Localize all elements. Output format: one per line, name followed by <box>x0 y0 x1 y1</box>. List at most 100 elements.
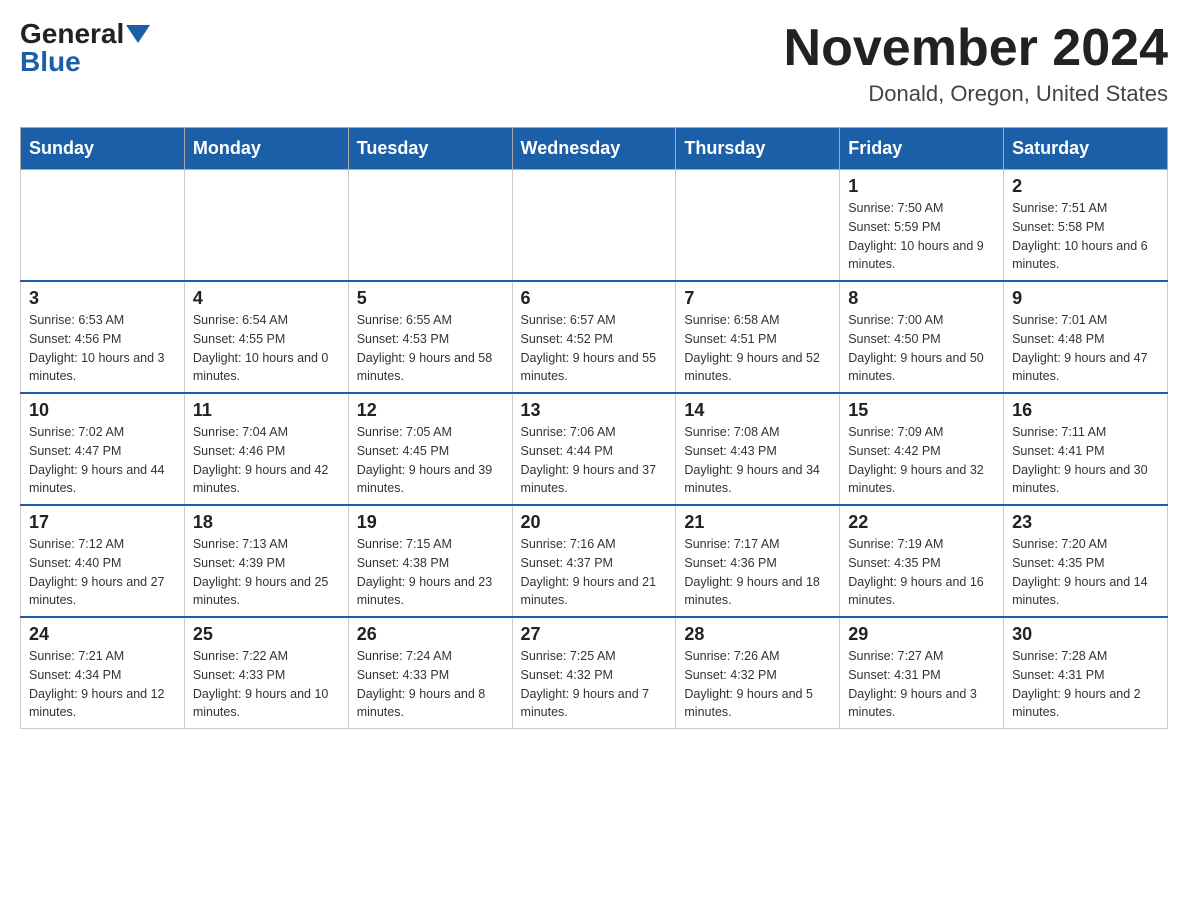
table-row: 23Sunrise: 7:20 AMSunset: 4:35 PMDayligh… <box>1004 505 1168 617</box>
calendar-week-row: 1Sunrise: 7:50 AMSunset: 5:59 PMDaylight… <box>21 170 1168 282</box>
day-number: 26 <box>357 624 504 645</box>
day-number: 20 <box>521 512 668 533</box>
table-row: 7Sunrise: 6:58 AMSunset: 4:51 PMDaylight… <box>676 281 840 393</box>
table-row: 6Sunrise: 6:57 AMSunset: 4:52 PMDaylight… <box>512 281 676 393</box>
table-row: 1Sunrise: 7:50 AMSunset: 5:59 PMDaylight… <box>840 170 1004 282</box>
table-row: 5Sunrise: 6:55 AMSunset: 4:53 PMDaylight… <box>348 281 512 393</box>
table-row: 13Sunrise: 7:06 AMSunset: 4:44 PMDayligh… <box>512 393 676 505</box>
calendar-week-row: 3Sunrise: 6:53 AMSunset: 4:56 PMDaylight… <box>21 281 1168 393</box>
table-row <box>21 170 185 282</box>
day-number: 11 <box>193 400 340 421</box>
day-info: Sunrise: 7:12 AMSunset: 4:40 PMDaylight:… <box>29 535 176 610</box>
day-info: Sunrise: 6:58 AMSunset: 4:51 PMDaylight:… <box>684 311 831 386</box>
header-thursday: Thursday <box>676 128 840 170</box>
day-info: Sunrise: 7:13 AMSunset: 4:39 PMDaylight:… <box>193 535 340 610</box>
day-number: 3 <box>29 288 176 309</box>
day-info: Sunrise: 6:55 AMSunset: 4:53 PMDaylight:… <box>357 311 504 386</box>
logo-blue-text: Blue <box>20 46 81 77</box>
day-info: Sunrise: 7:21 AMSunset: 4:34 PMDaylight:… <box>29 647 176 722</box>
day-info: Sunrise: 7:08 AMSunset: 4:43 PMDaylight:… <box>684 423 831 498</box>
day-number: 25 <box>193 624 340 645</box>
header-saturday: Saturday <box>1004 128 1168 170</box>
table-row: 3Sunrise: 6:53 AMSunset: 4:56 PMDaylight… <box>21 281 185 393</box>
table-row: 10Sunrise: 7:02 AMSunset: 4:47 PMDayligh… <box>21 393 185 505</box>
table-row: 28Sunrise: 7:26 AMSunset: 4:32 PMDayligh… <box>676 617 840 729</box>
table-row <box>348 170 512 282</box>
logo-general-text: General <box>20 20 124 48</box>
table-row: 21Sunrise: 7:17 AMSunset: 4:36 PMDayligh… <box>676 505 840 617</box>
day-number: 15 <box>848 400 995 421</box>
day-info: Sunrise: 7:20 AMSunset: 4:35 PMDaylight:… <box>1012 535 1159 610</box>
month-title: November 2024 <box>784 20 1168 77</box>
table-row: 15Sunrise: 7:09 AMSunset: 4:42 PMDayligh… <box>840 393 1004 505</box>
day-info: Sunrise: 7:27 AMSunset: 4:31 PMDaylight:… <box>848 647 995 722</box>
day-number: 13 <box>521 400 668 421</box>
day-info: Sunrise: 7:50 AMSunset: 5:59 PMDaylight:… <box>848 199 995 274</box>
table-row: 19Sunrise: 7:15 AMSunset: 4:38 PMDayligh… <box>348 505 512 617</box>
day-info: Sunrise: 7:26 AMSunset: 4:32 PMDaylight:… <box>684 647 831 722</box>
day-info: Sunrise: 7:22 AMSunset: 4:33 PMDaylight:… <box>193 647 340 722</box>
header-tuesday: Tuesday <box>348 128 512 170</box>
table-row: 25Sunrise: 7:22 AMSunset: 4:33 PMDayligh… <box>184 617 348 729</box>
day-info: Sunrise: 7:02 AMSunset: 4:47 PMDaylight:… <box>29 423 176 498</box>
day-number: 24 <box>29 624 176 645</box>
day-number: 30 <box>1012 624 1159 645</box>
table-row: 16Sunrise: 7:11 AMSunset: 4:41 PMDayligh… <box>1004 393 1168 505</box>
day-number: 9 <box>1012 288 1159 309</box>
table-row: 11Sunrise: 7:04 AMSunset: 4:46 PMDayligh… <box>184 393 348 505</box>
day-number: 29 <box>848 624 995 645</box>
header-friday: Friday <box>840 128 1004 170</box>
header-monday: Monday <box>184 128 348 170</box>
table-row <box>184 170 348 282</box>
day-info: Sunrise: 7:16 AMSunset: 4:37 PMDaylight:… <box>521 535 668 610</box>
day-info: Sunrise: 7:17 AMSunset: 4:36 PMDaylight:… <box>684 535 831 610</box>
day-info: Sunrise: 7:00 AMSunset: 4:50 PMDaylight:… <box>848 311 995 386</box>
table-row: 17Sunrise: 7:12 AMSunset: 4:40 PMDayligh… <box>21 505 185 617</box>
day-info: Sunrise: 6:57 AMSunset: 4:52 PMDaylight:… <box>521 311 668 386</box>
table-row: 24Sunrise: 7:21 AMSunset: 4:34 PMDayligh… <box>21 617 185 729</box>
location-text: Donald, Oregon, United States <box>784 81 1168 107</box>
calendar-week-row: 10Sunrise: 7:02 AMSunset: 4:47 PMDayligh… <box>21 393 1168 505</box>
day-number: 2 <box>1012 176 1159 197</box>
table-row: 20Sunrise: 7:16 AMSunset: 4:37 PMDayligh… <box>512 505 676 617</box>
day-info: Sunrise: 7:05 AMSunset: 4:45 PMDaylight:… <box>357 423 504 498</box>
header-wednesday: Wednesday <box>512 128 676 170</box>
table-row: 26Sunrise: 7:24 AMSunset: 4:33 PMDayligh… <box>348 617 512 729</box>
day-info: Sunrise: 7:01 AMSunset: 4:48 PMDaylight:… <box>1012 311 1159 386</box>
table-row <box>676 170 840 282</box>
day-number: 21 <box>684 512 831 533</box>
day-number: 5 <box>357 288 504 309</box>
table-row: 4Sunrise: 6:54 AMSunset: 4:55 PMDaylight… <box>184 281 348 393</box>
day-number: 1 <box>848 176 995 197</box>
day-number: 28 <box>684 624 831 645</box>
table-row: 8Sunrise: 7:00 AMSunset: 4:50 PMDaylight… <box>840 281 1004 393</box>
table-row <box>512 170 676 282</box>
day-number: 27 <box>521 624 668 645</box>
day-number: 18 <box>193 512 340 533</box>
day-number: 8 <box>848 288 995 309</box>
table-row: 12Sunrise: 7:05 AMSunset: 4:45 PMDayligh… <box>348 393 512 505</box>
day-number: 7 <box>684 288 831 309</box>
day-info: Sunrise: 6:53 AMSunset: 4:56 PMDaylight:… <box>29 311 176 386</box>
table-row: 22Sunrise: 7:19 AMSunset: 4:35 PMDayligh… <box>840 505 1004 617</box>
day-number: 6 <box>521 288 668 309</box>
table-row: 14Sunrise: 7:08 AMSunset: 4:43 PMDayligh… <box>676 393 840 505</box>
day-info: Sunrise: 7:28 AMSunset: 4:31 PMDaylight:… <box>1012 647 1159 722</box>
day-info: Sunrise: 7:51 AMSunset: 5:58 PMDaylight:… <box>1012 199 1159 274</box>
day-number: 17 <box>29 512 176 533</box>
day-number: 23 <box>1012 512 1159 533</box>
calendar-week-row: 17Sunrise: 7:12 AMSunset: 4:40 PMDayligh… <box>21 505 1168 617</box>
page-header: General Blue November 2024 Donald, Orego… <box>20 20 1168 107</box>
day-info: Sunrise: 7:19 AMSunset: 4:35 PMDaylight:… <box>848 535 995 610</box>
day-info: Sunrise: 7:06 AMSunset: 4:44 PMDaylight:… <box>521 423 668 498</box>
logo-triangle-icon <box>126 25 150 43</box>
day-info: Sunrise: 7:25 AMSunset: 4:32 PMDaylight:… <box>521 647 668 722</box>
calendar-week-row: 24Sunrise: 7:21 AMSunset: 4:34 PMDayligh… <box>21 617 1168 729</box>
day-number: 16 <box>1012 400 1159 421</box>
day-number: 19 <box>357 512 504 533</box>
table-row: 2Sunrise: 7:51 AMSunset: 5:58 PMDaylight… <box>1004 170 1168 282</box>
table-row: 29Sunrise: 7:27 AMSunset: 4:31 PMDayligh… <box>840 617 1004 729</box>
day-info: Sunrise: 7:24 AMSunset: 4:33 PMDaylight:… <box>357 647 504 722</box>
calendar-table: Sunday Monday Tuesday Wednesday Thursday… <box>20 127 1168 729</box>
table-row: 18Sunrise: 7:13 AMSunset: 4:39 PMDayligh… <box>184 505 348 617</box>
